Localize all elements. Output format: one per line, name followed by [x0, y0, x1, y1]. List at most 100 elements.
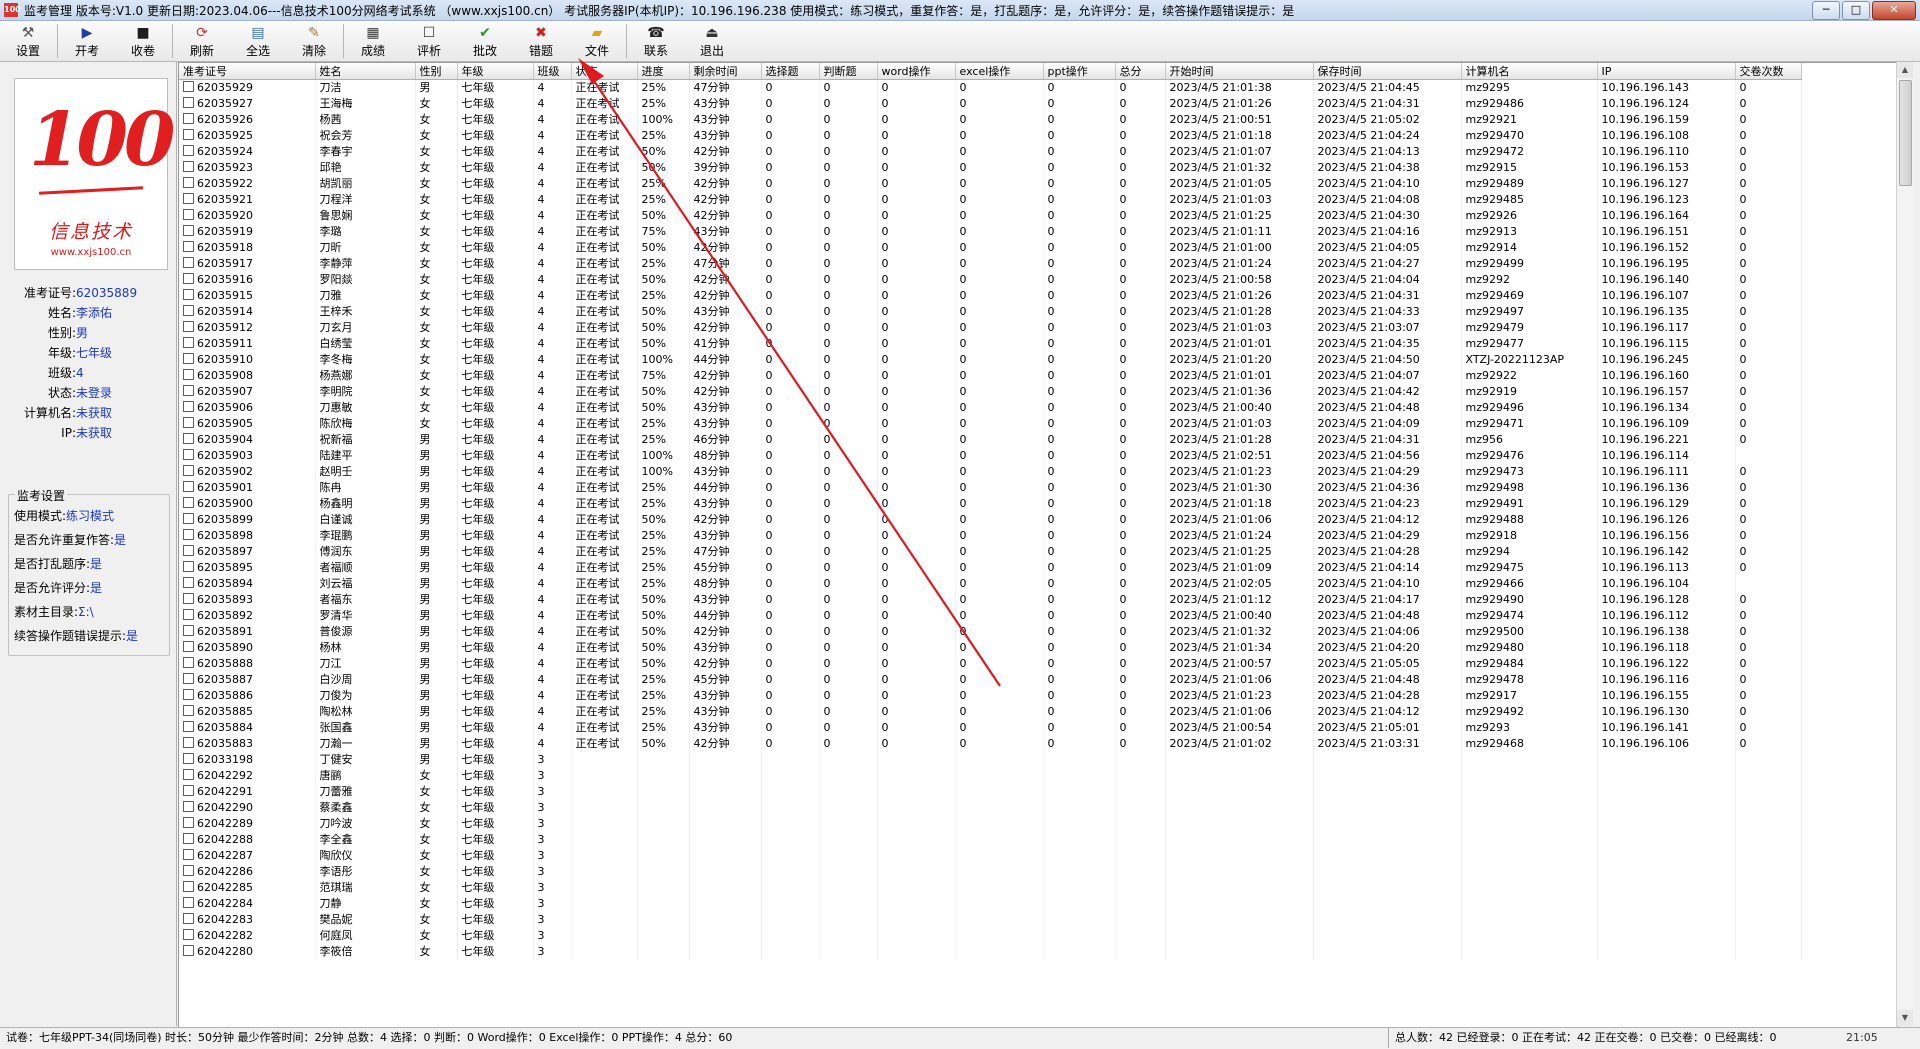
column-header[interactable]: 保存时间: [1313, 63, 1462, 80]
table-row[interactable]: 62035898 李琨鹏男七年级 4 正在考试 25% 43分钟 0 0 0 0 0 0 2023/4/…: [179, 528, 1802, 544]
table-row[interactable]: 62035907 李明院女七年级 4 正在考试 50% 42分钟 0 0 0 0 0 0 2023/4/…: [179, 384, 1802, 400]
row-checkbox[interactable]: [183, 465, 194, 476]
table-row[interactable]: 62035899 白谨诚男七年级 4 正在考试 50% 42分钟 0 0 0 0 0 0 2023/4/…: [179, 512, 1802, 528]
row-checkbox[interactable]: [183, 657, 194, 668]
row-checkbox[interactable]: [183, 145, 194, 156]
table-row[interactable]: 62035917 李静萍女七年级 4 正在考试 25% 47分钟 0 0 0 0 0 0 2023/4/…: [179, 256, 1802, 272]
scroll-up-icon[interactable]: ▲: [1897, 62, 1913, 78]
toolbar-button-settings[interactable]: ⚒ 设置: [0, 21, 56, 61]
table-row[interactable]: 62035887 白沙周男七年级 4 正在考试 25% 45分钟 0 0 0 0 0 0 2023/4/…: [179, 672, 1802, 688]
row-checkbox[interactable]: [183, 369, 194, 380]
table-row[interactable]: 62035904 祝新福男七年级 4 正在考试 25% 46分钟 0 0 0 0 0 0 2023/4/…: [179, 432, 1802, 448]
row-checkbox[interactable]: [183, 321, 194, 332]
column-header[interactable]: 性别: [415, 63, 458, 80]
row-checkbox[interactable]: [183, 113, 194, 124]
row-checkbox[interactable]: [183, 337, 194, 348]
row-checkbox[interactable]: [183, 689, 194, 700]
table-row[interactable]: 62035897 傅润东男七年级 4 正在考试 25% 47分钟 0 0 0 0 0 0 2023/4/…: [179, 544, 1802, 560]
table-row[interactable]: 62035918 刀昕女七年级 4 正在考试 50% 42分钟 0 0 0 0 0 0 2023/4/5…: [179, 240, 1802, 256]
column-header[interactable]: 进度: [637, 63, 690, 80]
table-row[interactable]: 62035890 杨林男七年级 4 正在考试 50% 43分钟 0 0 0 0 0 0 2023/4/5…: [179, 640, 1802, 656]
row-checkbox[interactable]: [183, 529, 194, 540]
row-checkbox[interactable]: [183, 225, 194, 236]
row-checkbox[interactable]: [183, 289, 194, 300]
minimize-button[interactable]: ─: [1812, 1, 1840, 20]
column-header[interactable]: 计算机名: [1461, 63, 1598, 80]
maximize-button[interactable]: □: [1842, 1, 1870, 20]
table-row[interactable]: 62042283 樊品妮女七年级 3: [179, 912, 1802, 928]
row-checkbox[interactable]: [183, 449, 194, 460]
table-row[interactable]: 62042292 唐鹂女七年级 3: [179, 768, 1802, 784]
table-row[interactable]: 62042280 李筱倍女七年级 3: [179, 944, 1802, 960]
table-row[interactable]: 62035886 刀俊为男七年级 4 正在考试 25% 43分钟 0 0 0 0 0 0 2023/4/…: [179, 688, 1802, 704]
table-row[interactable]: 62035901 陈冉男七年级 4 正在考试 25% 44分钟 0 0 0 0 0 0 2023/4/5…: [179, 480, 1802, 496]
row-checkbox[interactable]: [183, 625, 194, 636]
table-row[interactable]: 62035911 白绣莹女七年级 4 正在考试 50% 41分钟 0 0 0 0 0 0 2023/4/…: [179, 336, 1802, 352]
column-header[interactable]: ppt操作: [1043, 63, 1116, 80]
toolbar-button-phone[interactable]: ☎ 联系: [628, 21, 684, 61]
column-header[interactable]: 剩余时间: [689, 63, 762, 80]
row-checkbox[interactable]: [183, 721, 194, 732]
table-row[interactable]: 62035908 杨燕娜女七年级 4 正在考试 75% 42分钟 0 0 0 0 0 0 2023/4/…: [179, 368, 1802, 384]
row-checkbox[interactable]: [183, 833, 194, 844]
row-checkbox[interactable]: [183, 929, 194, 940]
row-checkbox[interactable]: [183, 753, 194, 764]
row-checkbox[interactable]: [183, 177, 194, 188]
row-checkbox[interactable]: [183, 241, 194, 252]
table-row[interactable]: 62035926 杨茜女七年级 4 正在考试 100% 43分钟 0 0 0 0 0 0 2023/4/…: [179, 112, 1802, 128]
row-checkbox[interactable]: [183, 801, 194, 812]
column-header[interactable]: 班级: [533, 63, 572, 80]
row-checkbox[interactable]: [183, 545, 194, 556]
toolbar-button-clear[interactable]: ✎ 清除: [286, 21, 342, 61]
table-row[interactable]: 62035888 刀江男七年级 4 正在考试 50% 42分钟 0 0 0 0 0 0 2023/4/5…: [179, 656, 1802, 672]
column-header[interactable]: excel操作: [955, 63, 1044, 80]
row-checkbox[interactable]: [183, 577, 194, 588]
row-checkbox[interactable]: [183, 673, 194, 684]
row-checkbox[interactable]: [183, 433, 194, 444]
vertical-scrollbar[interactable]: ▲ ▼: [1896, 62, 1913, 1026]
row-checkbox[interactable]: [183, 353, 194, 364]
row-checkbox[interactable]: [183, 209, 194, 220]
table-row[interactable]: 62042290 蔡柔鑫女七年级 3: [179, 800, 1802, 816]
table-row[interactable]: 62035920 鲁思娴女七年级 4 正在考试 50% 42分钟 0 0 0 0 0 0 2023/4/…: [179, 208, 1802, 224]
table-row[interactable]: 62042291 刀蕾雅女七年级 3: [179, 784, 1802, 800]
row-checkbox[interactable]: [183, 129, 194, 140]
table-row[interactable]: 62035915 刀雅女七年级 4 正在考试 25% 42分钟 0 0 0 0 0 0 2023/4/5…: [179, 288, 1802, 304]
close-button[interactable]: ✕: [1872, 1, 1916, 20]
toolbar-button-wrong[interactable]: ✖ 错题: [513, 21, 569, 61]
table-row[interactable]: 62042284 刀静女七年级 3: [179, 896, 1802, 912]
table-row[interactable]: 62035914 王梓禾女七年级 4 正在考试 50% 43分钟 0 0 0 0 0 0 2023/4/…: [179, 304, 1802, 320]
toolbar-button-check[interactable]: ✔ 批改: [457, 21, 513, 61]
row-checkbox[interactable]: [183, 897, 194, 908]
row-checkbox[interactable]: [183, 641, 194, 652]
table-row[interactable]: 62035894 刘云福男七年级 4 正在考试 25% 48分钟 0 0 0 0 0 0 2023/4/…: [179, 576, 1802, 592]
row-checkbox[interactable]: [183, 161, 194, 172]
row-checkbox[interactable]: [183, 609, 194, 620]
table-row[interactable]: 62035919 李璐女七年级 4 正在考试 75% 43分钟 0 0 0 0 0 0 2023/4/5…: [179, 224, 1802, 240]
table-row[interactable]: 62035893 者福东男七年级 4 正在考试 50% 43分钟 0 0 0 0 0 0 2023/4/…: [179, 592, 1802, 608]
column-header[interactable]: 年级: [457, 63, 534, 80]
table-row[interactable]: 62035929 刀洁男七年级 4 正在考试 25% 47分钟 0 0 0 0 0 0 2023/4/5…: [179, 79, 1802, 96]
row-checkbox[interactable]: [183, 849, 194, 860]
column-header[interactable]: 交卷次数: [1735, 63, 1802, 80]
table-row[interactable]: 62035884 张国鑫男七年级 4 正在考试 25% 43分钟 0 0 0 0 0 0 2023/4/…: [179, 720, 1802, 736]
scroll-down-icon[interactable]: ▼: [1897, 1010, 1913, 1026]
toolbar-button-score[interactable]: ▦ 成绩: [345, 21, 401, 61]
column-header[interactable]: word操作: [877, 63, 956, 80]
table-row[interactable]: 62035903 陆建平男七年级 4 正在考试 100% 48分钟 0 0 0 0 0 0 2023/4…: [179, 448, 1802, 464]
row-checkbox[interactable]: [183, 97, 194, 108]
column-header[interactable]: 判断题: [819, 63, 878, 80]
table-row[interactable]: 62035923 邱艳女七年级 4 正在考试 50% 39分钟 0 0 0 0 0 0 2023/4/5…: [179, 160, 1802, 176]
row-checkbox[interactable]: [183, 817, 194, 828]
column-header[interactable]: 状态: [571, 63, 638, 80]
table-row[interactable]: 62035922 胡凯丽女七年级 4 正在考试 25% 42分钟 0 0 0 0 0 0 2023/4/…: [179, 176, 1802, 192]
table-row[interactable]: 62035921 刀程洋女七年级 4 正在考试 25% 42分钟 0 0 0 0 0 0 2023/4/…: [179, 192, 1802, 208]
column-header[interactable]: 总分: [1115, 63, 1166, 80]
table-row[interactable]: 62035905 陈欣梅女七年级 4 正在考试 25% 43分钟 0 0 0 0 0 0 2023/4/…: [179, 416, 1802, 432]
row-checkbox[interactable]: [183, 785, 194, 796]
row-checkbox[interactable]: [183, 417, 194, 428]
row-checkbox[interactable]: [183, 193, 194, 204]
row-checkbox[interactable]: [183, 273, 194, 284]
column-header[interactable]: 姓名: [315, 63, 416, 80]
row-checkbox[interactable]: [183, 385, 194, 396]
